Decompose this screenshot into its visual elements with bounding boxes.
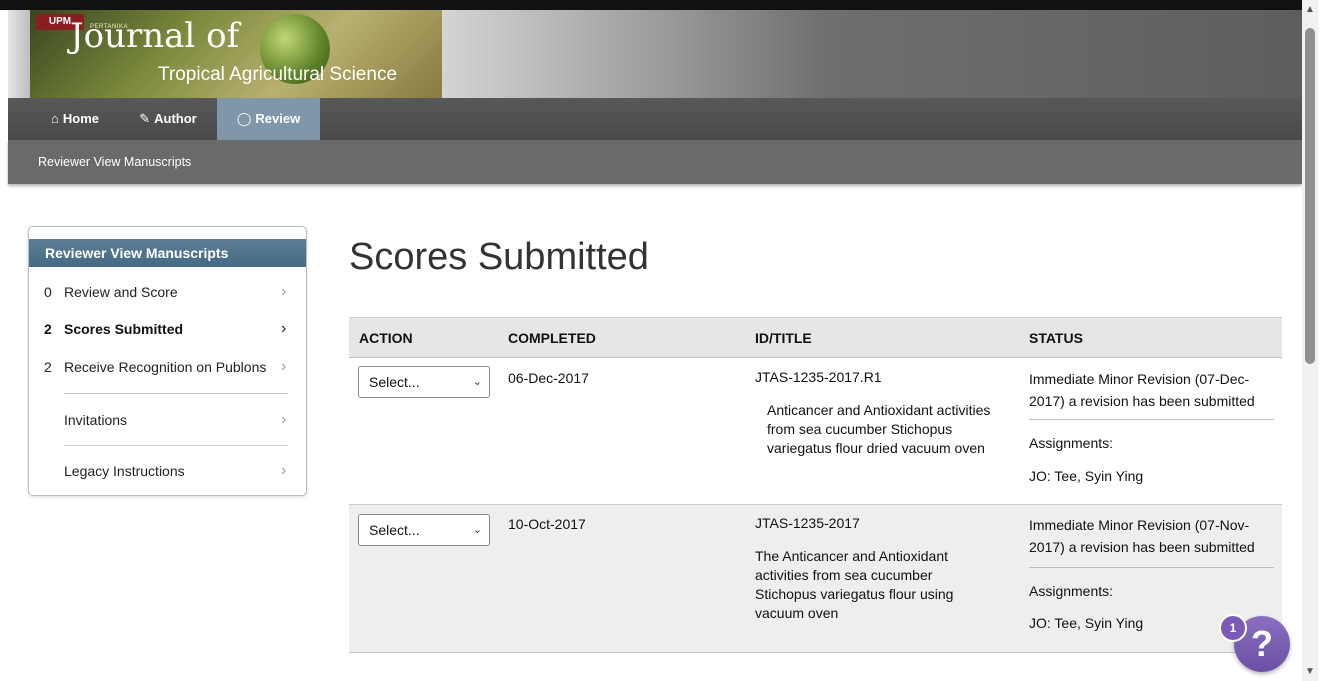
sidebar-divider (64, 445, 288, 446)
banner-left-strip (8, 10, 30, 98)
chevron-right-icon: › (281, 462, 287, 479)
sidebar-item-receive-recognition[interactable]: 2 Receive Recognition on Publons › (29, 349, 306, 385)
assignee: JO: Tee, Syin Ying (1029, 615, 1144, 631)
sidebar: Reviewer View Manuscripts 0 Review and S… (28, 226, 307, 496)
notification-badge[interactable]: 1 (1219, 614, 1247, 642)
nav-author-label: Author (154, 111, 197, 126)
sidebar-item-label: Review and Score (64, 284, 178, 300)
nav-author[interactable]: ✎ Author (120, 98, 216, 140)
column-header-status[interactable]: STATUS (1029, 318, 1083, 358)
nav-home-label: Home (62, 111, 99, 126)
question-mark-icon: ? (1251, 623, 1273, 664)
sidebar-item-label: Legacy Instructions (64, 463, 185, 479)
sidebar-item-legacy-instructions[interactable]: Legacy Instructions › (29, 453, 306, 489)
action-select-value: Select... (369, 374, 420, 390)
sidebar-item-label: Invitations (64, 412, 128, 428)
sub-nav: Reviewer View Manuscripts (8, 140, 1302, 184)
speech-bubble-icon: ◯ (236, 111, 252, 126)
manuscript-id[interactable]: JTAS-1235-2017.R1 (755, 369, 882, 385)
completed-date: 10-Oct-2017 (508, 516, 586, 532)
logo-journal-text: Journal of (70, 16, 240, 56)
status-divider (1029, 419, 1274, 420)
chevron-right-icon: › (281, 358, 287, 375)
status-divider (1029, 567, 1274, 568)
page-title: Scores Submitted (349, 236, 649, 278)
column-header-id-title[interactable]: ID/TITLE (755, 318, 812, 358)
assignments-label: Assignments: (1029, 583, 1114, 599)
assignments-label: Assignments: (1029, 435, 1114, 451)
chevron-down-icon: ⌄ (472, 524, 482, 536)
sidebar-divider (64, 393, 288, 394)
nav-review[interactable]: ◯ Review (217, 98, 320, 140)
top-bar (0, 0, 1302, 10)
logo-subtitle: Tropical Agricultural Science (158, 64, 398, 85)
assignee: JO: Tee, Syin Ying (1029, 468, 1144, 484)
action-select[interactable]: Select... ⌄ (358, 514, 490, 546)
table-row: Select... ⌄ 10-Oct-2017 JTAS-1235-2017 T… (349, 505, 1282, 653)
sidebar-item-count: 2 (44, 359, 52, 375)
chevron-right-icon: › (281, 283, 287, 300)
manuscript-title: Anticancer and Antioxidant activities fr… (767, 402, 991, 456)
nav-home[interactable]: ⌂ Home (30, 98, 120, 140)
sidebar-item-invitations[interactable]: Invitations › (29, 402, 306, 438)
sidebar-header: Reviewer View Manuscripts (29, 239, 306, 267)
nav-review-label: Review (255, 111, 301, 126)
completed-date: 06-Dec-2017 (508, 370, 589, 386)
main-nav: ⌂ Home ✎ Author ◯ Review (8, 98, 1302, 140)
status-text: Immediate Minor Revision (07-Dec-2017) a… (1029, 371, 1255, 409)
journal-banner: UPM PERTANIKA Journal of Tropical Agricu… (8, 10, 1302, 98)
action-select[interactable]: Select... ⌄ (358, 366, 490, 398)
action-select-value: Select... (369, 522, 420, 538)
home-icon: ⌂ (51, 111, 59, 126)
pencil-icon: ✎ (139, 111, 151, 126)
sidebar-item-count: 2 (44, 321, 52, 337)
column-header-completed: COMPLETED (508, 330, 596, 346)
manuscript-title: The Anticancer and Antioxidant activitie… (755, 548, 954, 621)
scrollbar-thumb[interactable] (1305, 28, 1315, 364)
vertical-scrollbar[interactable]: ▲ ▼ (1302, 0, 1318, 681)
sidebar-item-label: Scores Submitted (64, 321, 184, 337)
table-row: Select... ⌄ 06-Dec-2017 JTAS-1235-2017.R… (349, 357, 1282, 505)
status-text: Immediate Minor Revision (07-Nov-2017) a… (1029, 517, 1255, 555)
column-header-action: ACTION (359, 330, 413, 346)
manuscript-id[interactable]: JTAS-1235-2017 (755, 515, 860, 531)
table-header: ACTION COMPLETED ID/TITLE STATUS (349, 317, 1282, 358)
banner-fade (442, 10, 1302, 98)
sidebar-item-review-and-score[interactable]: 0 Review and Score › (29, 274, 306, 310)
sidebar-item-scores-submitted[interactable]: 2 Scores Submitted › (29, 311, 306, 347)
chevron-right-icon: › (281, 320, 287, 337)
subnav-reviewer-view-manuscripts[interactable]: Reviewer View Manuscripts (38, 140, 191, 184)
chevron-right-icon: › (281, 411, 287, 428)
sidebar-item-count: 0 (44, 284, 52, 300)
chevron-down-icon: ⌄ (472, 376, 482, 388)
sidebar-item-label: Receive Recognition on Publons (64, 359, 267, 375)
scroll-down-arrow-icon[interactable]: ▼ (1302, 666, 1318, 677)
page: UPM PERTANIKA Journal of Tropical Agricu… (0, 0, 1344, 681)
scroll-up-arrow-icon[interactable]: ▲ (1302, 4, 1318, 15)
journal-logo[interactable]: UPM PERTANIKA Journal of Tropical Agricu… (30, 10, 442, 98)
